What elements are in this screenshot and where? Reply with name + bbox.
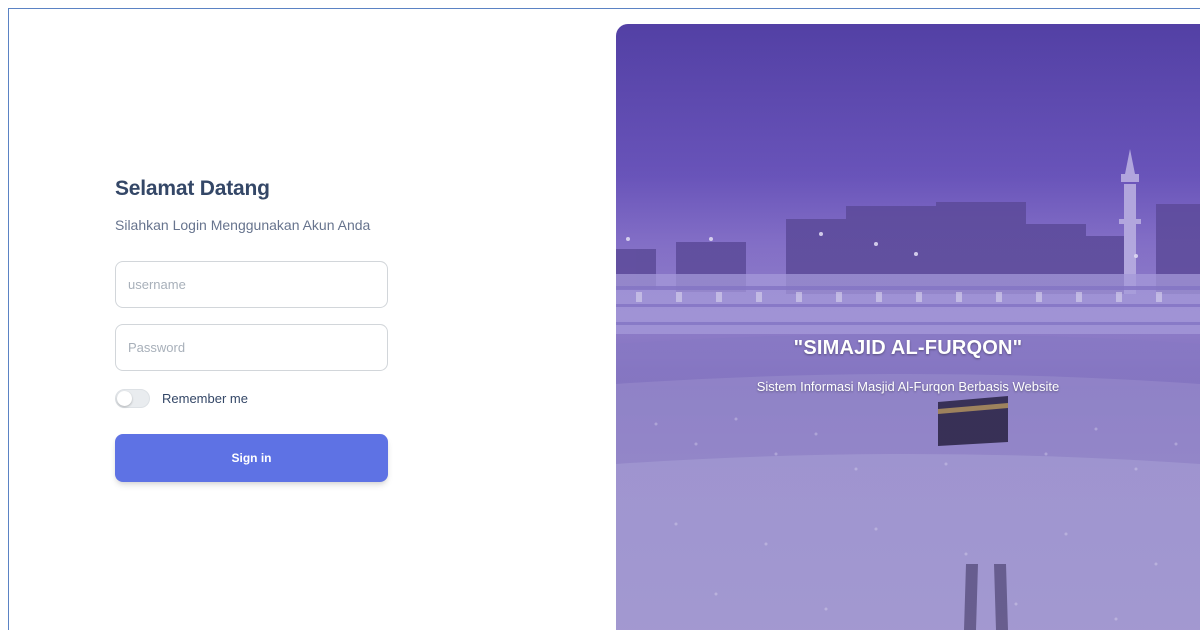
hero-image-panel: "SIMAJID AL-FURQON" Sistem Informasi Mas… (616, 24, 1200, 630)
sign-in-button[interactable]: Sign in (115, 434, 388, 482)
login-panel: Selamat Datang Silahkan Login Menggunaka… (115, 175, 389, 482)
remember-me-label[interactable]: Remember me (162, 391, 248, 406)
toggle-knob (117, 391, 132, 406)
welcome-subtitle: Silahkan Login Menggunakan Akun Anda (115, 217, 371, 233)
password-input[interactable] (115, 324, 388, 371)
welcome-title: Selamat Datang (115, 177, 270, 200)
hero-overlay (616, 24, 1200, 630)
remember-me-toggle[interactable] (115, 389, 150, 408)
username-input[interactable] (115, 261, 388, 308)
hero-subtitle: Sistem Informasi Masjid Al-Furqon Berbas… (756, 379, 1060, 394)
remember-me-row: Remember me (115, 389, 248, 408)
hero-title: "SIMAJID AL-FURQON" (793, 337, 1023, 359)
